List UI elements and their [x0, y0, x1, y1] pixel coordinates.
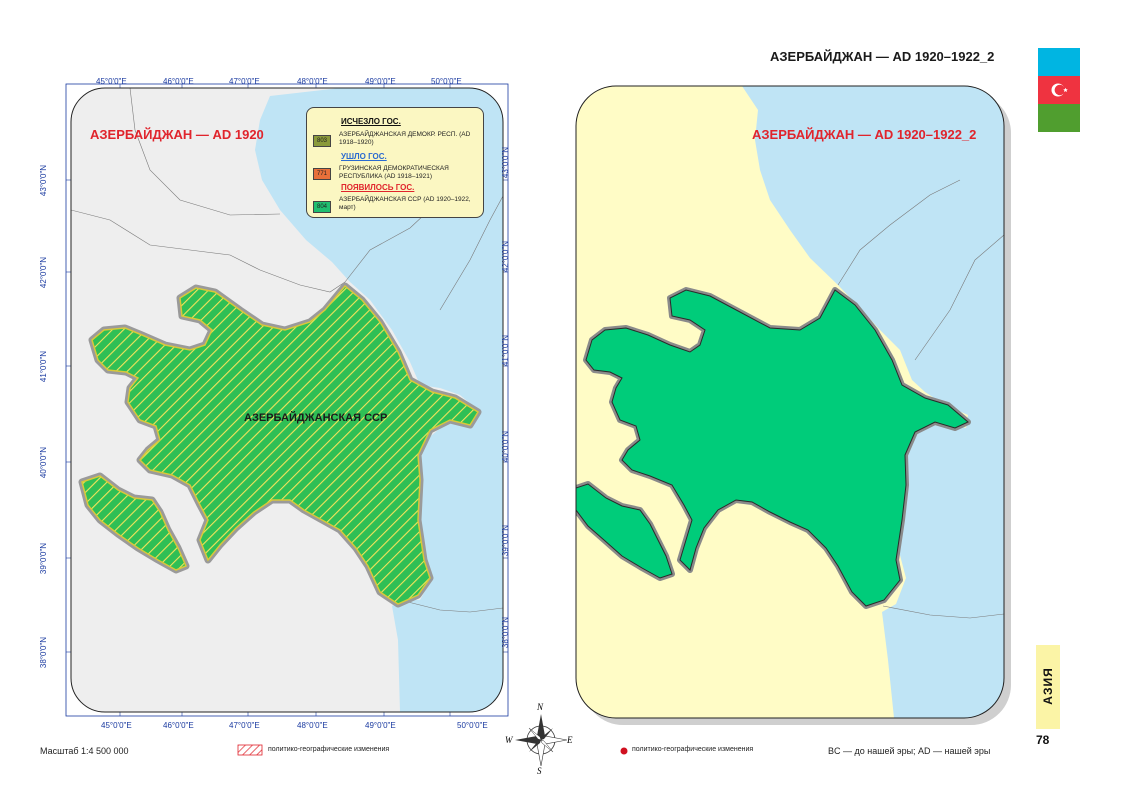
lon-label-top: 45°0'0"E — [96, 77, 127, 86]
compass-south-label: S — [537, 766, 542, 776]
left-map-title: АЗЕРБАЙДЖАН — AD 1920 — [90, 127, 264, 142]
lat-label-right: 41°0'0"N — [501, 334, 511, 367]
lat-label-left: 43°0'0"N — [39, 164, 49, 197]
lon-label-top: 47°0'0"E — [229, 77, 260, 86]
lat-label-right: 39°0'0"N — [501, 524, 511, 557]
region-tab: АЗИЯ — [1036, 645, 1060, 729]
legend-swatch-804: 804 — [313, 201, 331, 213]
map-scale: Масштаб 1:4 500 000 — [40, 746, 129, 756]
compass-rose-icon — [515, 714, 568, 767]
legend-disappeared-text: АЗЕРБАЙДЖАНСКАЯ ДЕМОКР. РЕСП. (AD 1918–1… — [339, 131, 471, 146]
lat-label-left: 42°0'0"N — [39, 256, 49, 289]
lat-label-right: 40°0'0"N — [501, 430, 511, 463]
right-map — [575, 85, 1011, 725]
lon-label-bottom: 50°0'0"E — [457, 721, 488, 730]
lat-label-left: 38°0'0"N — [39, 636, 49, 669]
footer-left-legend: политико-географические изменения — [268, 746, 390, 753]
era-note: BC — до нашей эры; AD — нашей эры — [828, 746, 991, 756]
lon-label-bottom: 45°0'0"E — [101, 721, 132, 730]
lon-label-top: 48°0'0"E — [297, 77, 328, 86]
maps-canvas — [65, 83, 1011, 767]
legend-appeared-text: АЗЕРБАЙДЖАНСКАЯ ССР (AD 1920–1922, март) — [339, 196, 471, 211]
compass-north-label: N — [537, 702, 544, 712]
lat-label-left: 41°0'0"N — [39, 350, 49, 383]
lat-label-right: 42°0'0"N — [501, 240, 511, 273]
lon-label-bottom: 47°0'0"E — [229, 721, 260, 730]
legend-swatch-803: 803 — [313, 135, 331, 147]
legend-appeared-heading: ПОЯВИЛОСЬ ГОС. — [341, 183, 415, 192]
lon-label-top: 49°0'0"E — [365, 77, 396, 86]
compass-west-label: W — [505, 735, 513, 745]
footer-right-legend: политико-географические изменения — [632, 746, 754, 753]
state-label: АЗЕРБАЙДЖАНСКАЯ ССР — [244, 412, 388, 424]
map-legend: ИСЧЕЗЛО ГОС. 803 АЗЕРБАЙДЖАНСКАЯ ДЕМОКР.… — [306, 107, 484, 218]
lon-label-bottom: 48°0'0"E — [297, 721, 328, 730]
lat-label-right: 38°0'0"N — [501, 616, 511, 649]
legend-left-text: ГРУЗИНСКАЯ ДЕМОКРАТИЧЕСКАЯ РЕСПУБЛИКА (A… — [339, 165, 449, 180]
footer-hatch-swatch — [237, 744, 263, 756]
lat-label-left: 39°0'0"N — [39, 542, 49, 575]
lat-label-left: 40°0'0"N — [39, 446, 49, 479]
legend-disappeared-heading: ИСЧЕЗЛО ГОС. — [341, 117, 401, 126]
lon-label-bottom: 46°0'0"E — [163, 721, 194, 730]
region-label: АЗИЯ — [1041, 667, 1055, 705]
lon-label-top: 50°0'0"E — [431, 77, 462, 86]
footer-red-dot-icon — [620, 747, 628, 755]
lat-label-right: 43°0'0"N — [501, 146, 511, 179]
lon-label-bottom: 49°0'0"E — [365, 721, 396, 730]
lon-label-top: 46°0'0"E — [163, 77, 194, 86]
compass-east-label: E — [567, 735, 573, 745]
page-number: 78 — [1036, 733, 1050, 747]
right-map-title: АЗЕРБАЙДЖАН — AD 1920–1922_2 — [752, 127, 977, 142]
legend-swatch-771: 771 — [313, 168, 331, 180]
legend-left-heading: УШЛО ГОС. — [341, 152, 387, 161]
